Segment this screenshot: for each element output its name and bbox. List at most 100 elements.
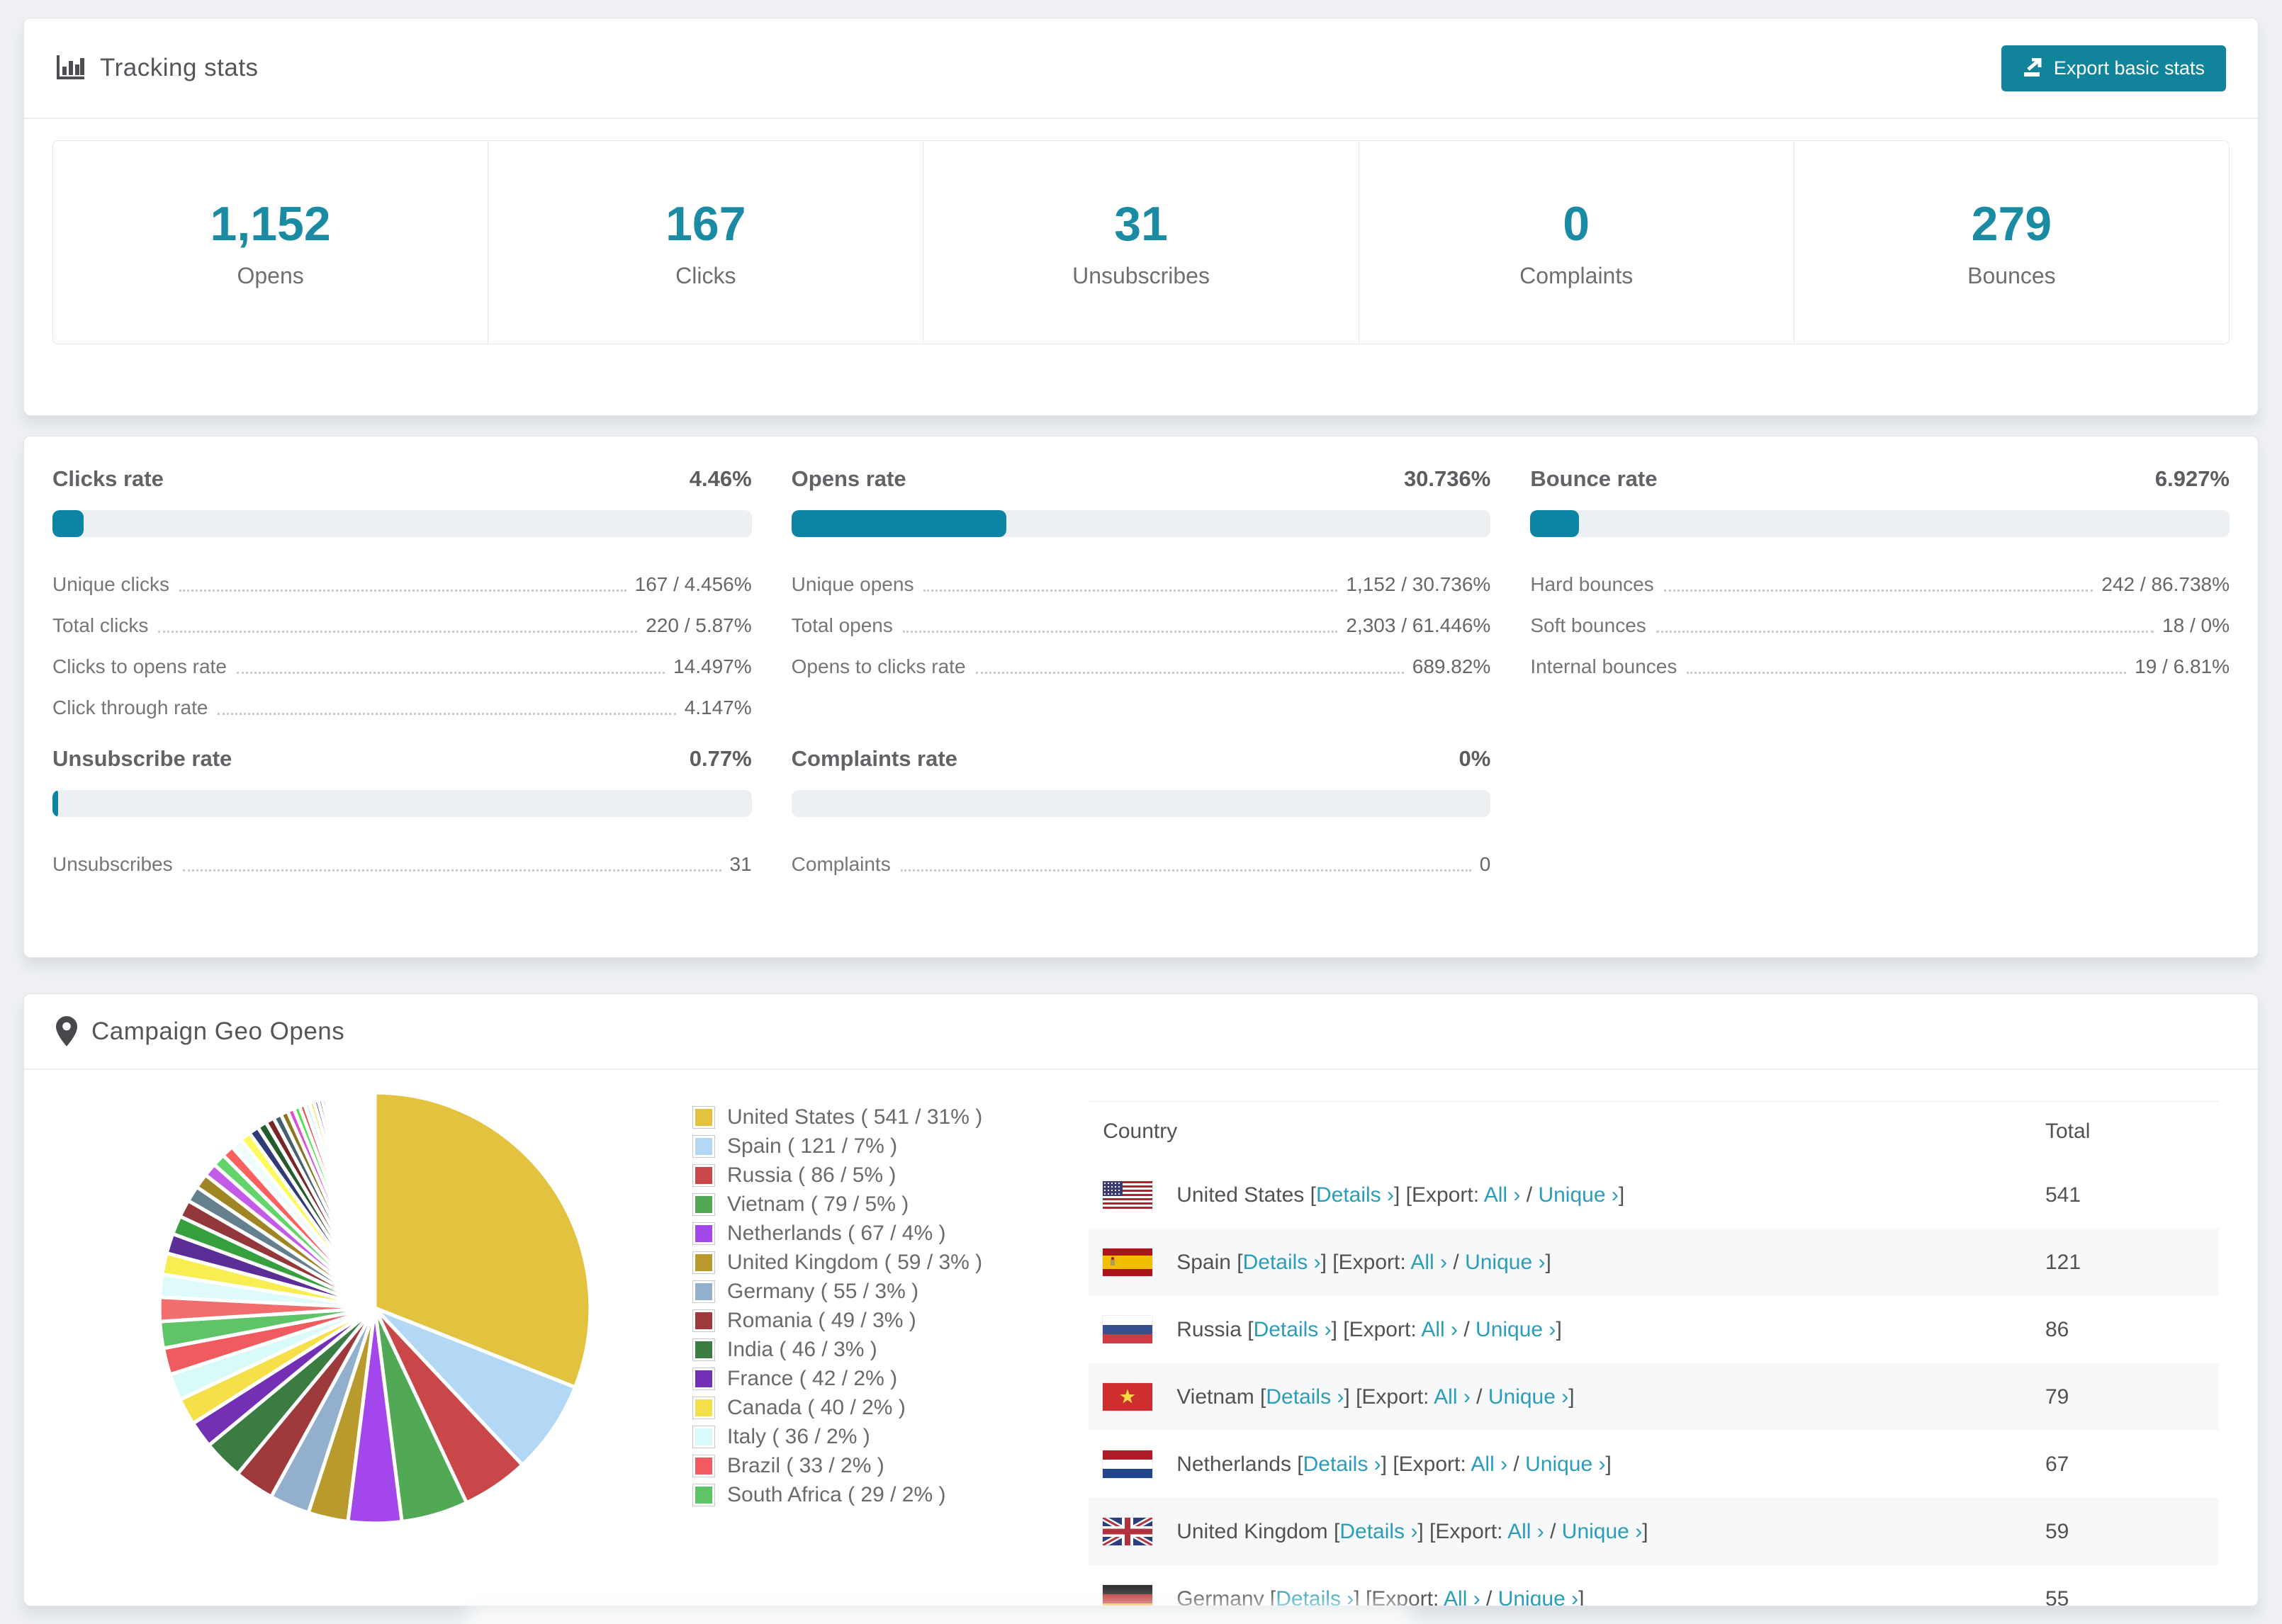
table-row: United Kingdom [Details ›] [Export: All … <box>1089 1498 2219 1565</box>
export-unique-link[interactable]: Unique › <box>1562 1520 1642 1543</box>
rate-panel-head: Complaints rate 0% <box>792 746 1491 772</box>
export-unique-link[interactable]: Unique › <box>1498 1587 1578 1606</box>
export-all-link[interactable]: All › <box>1444 1587 1480 1606</box>
legend-label: France ( 42 / 2% ) <box>727 1366 898 1390</box>
export-unique-link[interactable]: Unique › <box>1488 1385 1568 1409</box>
detail-row: Soft bounces 18 / 0% <box>1530 605 2230 646</box>
total-cell: 79 <box>2045 1385 2069 1409</box>
detail-row-value: 0 <box>1479 853 1491 875</box>
slash: / <box>1470 1385 1488 1409</box>
country-links: Vietnam [Details ›] [Export: All › / Uni… <box>1176 1385 1574 1409</box>
flag-us-icon <box>1103 1181 1153 1209</box>
detail-row-label: Unique clicks <box>52 573 169 595</box>
rate-panel-bounce-rate: Bounce rate 6.927% Hard bounces 242 / 86.73… <box>1530 466 2230 728</box>
campaign-geo-opens-card: Campaign Geo Opens United States ( 541 /… <box>23 993 2259 1606</box>
progress-bar <box>52 510 752 537</box>
rate-panel-percent: 4.46% <box>689 466 752 491</box>
country-name: Vietnam <box>1176 1385 1254 1409</box>
geo-legend: United States ( 541 / 31% ) Spain ( 121 /… <box>692 1103 982 1509</box>
summary-stats-row: 1,152 Opens 167 Clicks 31 Unsubscribes 0 Compla… <box>52 140 2230 344</box>
dotted-leader <box>182 869 721 872</box>
rate-panel-rows: Unsubscribes 31 <box>52 844 752 885</box>
export-all-link[interactable]: All › <box>1507 1520 1544 1543</box>
legend-swatch <box>692 1163 715 1187</box>
rate-panel-rows: Hard bounces 242 / 86.738% Soft bounces 18 … <box>1530 564 2230 687</box>
detail-row-value: 14.497% <box>673 655 752 677</box>
country-cell: Russia [Details ›] [Export: All › / Uniq… <box>1089 1316 2045 1343</box>
detail-row-label: Click through rate <box>52 697 208 718</box>
details-link[interactable]: Details › <box>1243 1251 1321 1274</box>
export-all-link[interactable]: All › <box>1434 1385 1471 1409</box>
details-link[interactable]: Details › <box>1254 1318 1332 1341</box>
legend-item: United States ( 541 / 31% ) <box>692 1103 982 1132</box>
stat-value: 279 <box>1971 196 2052 251</box>
country-column-header: Country <box>1103 1120 1178 1143</box>
rate-panel-percent: 30.736% <box>1403 466 1491 491</box>
tracking-stats-card: Tracking stats Export basic stats 1,152 O… <box>23 18 2259 416</box>
detail-row: Opens to clicks rate 689.82% <box>792 646 1491 687</box>
detail-row-label: Opens to clicks rate <box>791 655 966 677</box>
export-basic-stats-button[interactable]: Export basic stats <box>2001 45 2226 91</box>
bracket: ] <box>1642 1519 1648 1543</box>
country-cell: Vietnam [Details ›] [Export: All › / Uni… <box>1089 1383 2045 1411</box>
details-link[interactable]: Details › <box>1339 1520 1417 1543</box>
geo-header: Campaign Geo Opens <box>24 994 2258 1070</box>
legend-item: Netherlands ( 67 / 4% ) <box>692 1219 982 1248</box>
details-link[interactable]: Details › <box>1303 1453 1381 1476</box>
stat-box: 31 Unsubscribes <box>923 141 1359 344</box>
dotted-leader <box>1663 589 2093 592</box>
legend-item: France ( 42 / 2% ) <box>692 1364 982 1393</box>
export-all-link[interactable]: All › <box>1410 1251 1447 1274</box>
legend-label: Germany ( 55 / 3% ) <box>727 1279 919 1303</box>
rate-panel-title: Bounce rate <box>1530 466 1658 491</box>
bracket: ] [Export: <box>1320 1250 1411 1274</box>
export-all-link[interactable]: All › <box>1484 1183 1521 1207</box>
detail-row: Unique opens 1,152 / 30.736% <box>792 564 1491 605</box>
legend-label: South Africa ( 29 / 2% ) <box>727 1482 946 1506</box>
stat-label: Unsubscribes <box>1072 262 1210 288</box>
legend-item: Romania ( 49 / 3% ) <box>692 1306 982 1335</box>
legend-item: Russia ( 86 / 5% ) <box>692 1161 982 1190</box>
pie-svg <box>157 1090 592 1526</box>
export-all-link[interactable]: All › <box>1471 1453 1507 1476</box>
total-cell: 59 <box>2045 1519 2069 1543</box>
export-unique-link[interactable]: Unique › <box>1476 1318 1556 1341</box>
legend-swatch <box>692 1309 715 1332</box>
bracket: [ <box>1327 1519 1340 1543</box>
flag-es-icon <box>1103 1248 1153 1276</box>
bracket: [ <box>1254 1385 1266 1409</box>
export-button-label: Export basic stats <box>2053 57 2205 79</box>
legend-swatch <box>692 1454 715 1477</box>
detail-row: Internal bounces 19 / 6.81% <box>1530 646 2230 687</box>
export-unique-link[interactable]: Unique › <box>1525 1453 1605 1476</box>
page-bottom-glow <box>468 1603 1410 1624</box>
progress-bar-fill <box>791 510 1006 537</box>
bracket: ] [Export: <box>1394 1183 1484 1207</box>
rate-panel-rows: Complaints 0 <box>792 844 1491 885</box>
flag-gb-icon <box>1103 1518 1153 1545</box>
export-unique-link[interactable]: Unique › <box>1538 1183 1618 1207</box>
details-link[interactable]: Details › <box>1316 1183 1394 1207</box>
rate-panel-opens-rate: Opens rate 30.736% Unique opens 1,152 / 30.… <box>791 466 1491 728</box>
stat-box: 1,152 Opens <box>53 141 489 344</box>
export-unique-link[interactable]: Unique › <box>1465 1251 1545 1274</box>
details-link[interactable]: Details › <box>1266 1385 1344 1409</box>
legend-label: United States ( 541 / 31% ) <box>727 1105 983 1129</box>
dotted-leader <box>236 671 665 674</box>
bar-chart-icon <box>56 54 86 82</box>
legend-swatch <box>692 1192 715 1216</box>
detail-row: Unsubscribes 31 <box>52 844 752 885</box>
country-links: United Kingdom [Details ›] [Export: All … <box>1176 1520 1648 1544</box>
detail-row-value: 242 / 86.738% <box>2101 573 2230 595</box>
progress-bar <box>1530 510 2230 537</box>
dotted-leader <box>902 630 1338 633</box>
rate-panel-head: Bounce rate 6.927% <box>1530 466 2230 492</box>
tracking-stats-header: Tracking stats Export basic stats <box>24 18 2258 119</box>
progress-bar <box>791 790 1491 817</box>
detail-row-value: 4.147% <box>684 697 752 718</box>
bracket: ] <box>1568 1385 1575 1409</box>
legend-swatch <box>692 1105 715 1129</box>
bracket: [ <box>1304 1183 1316 1207</box>
export-all-link[interactable]: All › <box>1421 1318 1458 1341</box>
legend-swatch <box>692 1338 715 1361</box>
